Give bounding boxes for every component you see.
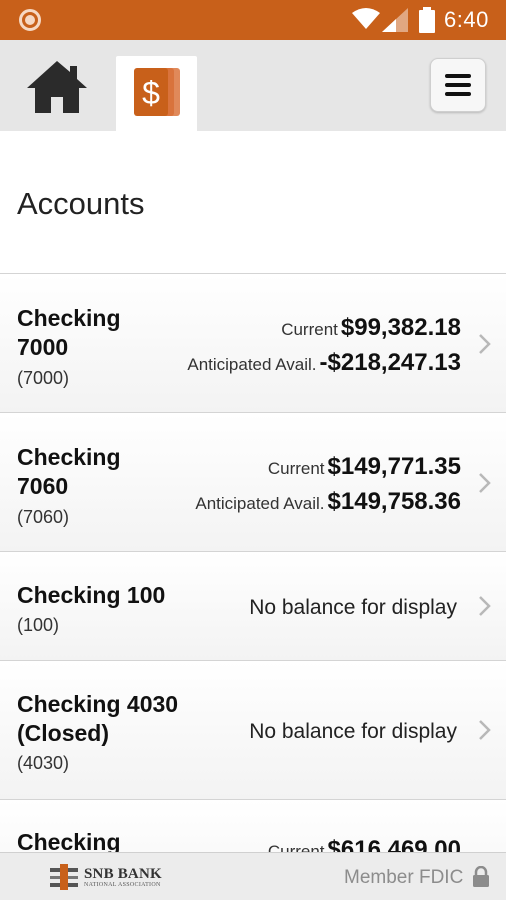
no-balance-text: No balance for display: [249, 720, 457, 743]
home-icon: [27, 61, 87, 113]
bank-logo: SNB BANK NATIONAL ASSOCIATION: [48, 864, 170, 892]
wifi-icon: [352, 8, 380, 29]
footer: SNB BANK NATIONAL ASSOCIATION Member FDI…: [0, 852, 506, 900]
account-name: Checking 4030 (Closed): [17, 690, 178, 748]
status-bar: 6:40: [0, 0, 506, 40]
notification-circle-icon: [19, 9, 41, 31]
signal-icon: [382, 8, 408, 32]
account-name-line: 7060: [17, 473, 69, 499]
account-name-line: Checking: [17, 305, 121, 331]
current-value: $99,382.18: [340, 314, 461, 341]
chevron-right-icon: [479, 334, 491, 354]
svg-text:$: $: [142, 75, 160, 111]
accounts-list: Checking 7000 (7000) Current $99,382.18 A…: [0, 273, 506, 900]
account-name: Checking 100: [17, 581, 165, 610]
current-label: Current: [281, 320, 338, 339]
account-name-line: 7000: [17, 334, 69, 360]
tab-accounts[interactable]: $: [116, 56, 197, 131]
account-name-line: Checking: [17, 444, 121, 470]
menu-button[interactable]: [430, 58, 486, 112]
current-balance: Current $149,771.35: [268, 453, 461, 481]
status-time: 6:40: [444, 7, 489, 32]
anticipated-balance: Anticipated Avail. -$218,247.13: [187, 349, 461, 377]
account-number: (7060): [17, 507, 70, 527]
hamburger-line: [445, 83, 471, 87]
page-title: Accounts: [17, 186, 145, 221]
anticipated-value: -$218,247.13: [319, 349, 461, 376]
anticipated-label: Anticipated Avail.: [187, 355, 317, 374]
account-name: Checking 7060: [17, 443, 121, 501]
lock-icon: [473, 866, 489, 887]
current-label: Current: [267, 459, 325, 478]
account-name: Checking 7000: [17, 304, 121, 362]
account-number: (7000): [17, 368, 70, 388]
bank-emblem-icon: [50, 864, 78, 890]
top-navigation: $: [0, 40, 506, 131]
anticipated-label: Anticipated Avail.: [195, 494, 325, 513]
account-name-line: Checking 4030: [17, 691, 179, 717]
fdic-text: Member FDIC: [344, 867, 464, 888]
account-number: (4030): [17, 753, 70, 773]
tab-home[interactable]: [24, 58, 90, 118]
anticipated-balance: Anticipated Avail. $149,758.36: [195, 488, 461, 516]
account-name-line: Checking 100: [17, 582, 166, 608]
current-value: $149,771.35: [327, 453, 461, 480]
account-number: (100): [17, 615, 60, 635]
hamburger-line: [445, 92, 471, 96]
account-row[interactable]: Checking 100 (100) No balance for displa…: [0, 552, 506, 661]
chevron-right-icon: [479, 720, 491, 740]
account-row[interactable]: Checking 7060 (7060) Current $149,771.35 …: [0, 413, 506, 552]
account-row[interactable]: Checking 4030 (Closed) (4030) No balance…: [0, 661, 506, 800]
anticipated-value: $149,758.36: [327, 488, 461, 515]
bank-name: SNB BANK: [84, 866, 162, 882]
chevron-right-icon: [479, 473, 491, 493]
chevron-right-icon: [479, 596, 491, 616]
bank-subtitle: NATIONAL ASSOCIATION: [84, 882, 161, 888]
battery-icon: [419, 7, 435, 33]
current-balance: Current $99,382.18: [281, 314, 461, 342]
no-balance-text: No balance for display: [249, 596, 457, 619]
account-row[interactable]: Checking 7000 (7000) Current $99,382.18 A…: [0, 274, 506, 413]
account-name-line: (Closed): [17, 720, 109, 746]
hamburger-menu-icon: [445, 74, 471, 78]
dollar-cards-icon: $: [134, 68, 180, 116]
